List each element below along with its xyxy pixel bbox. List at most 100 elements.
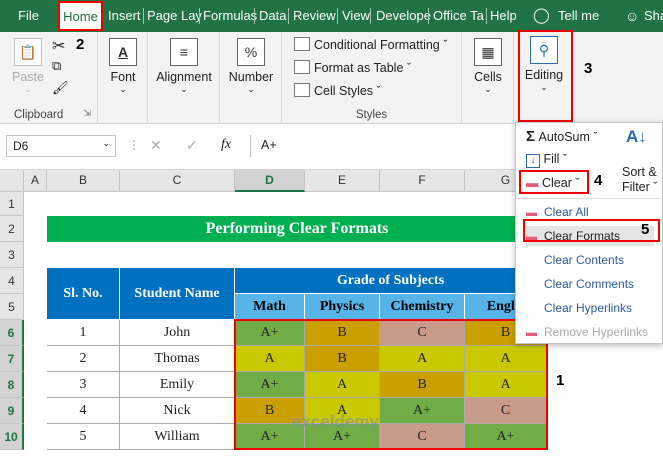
cancel-icon[interactable]: ✕ bbox=[150, 137, 162, 154]
annotation-5: 5 bbox=[641, 221, 650, 238]
sort-filter-button[interactable]: Sort & bbox=[622, 165, 657, 179]
student-name-cell[interactable]: Thomas bbox=[120, 346, 235, 372]
column-header-b[interactable]: B bbox=[47, 170, 120, 192]
font-button[interactable]: A Font ⌄ bbox=[104, 38, 142, 95]
menu-item-remove-hyperlinks[interactable]: ▬ Remove Hyperlinks bbox=[526, 322, 654, 342]
column-header-d[interactable]: D bbox=[235, 170, 305, 192]
annotation-4: 4 bbox=[594, 172, 603, 189]
student-name-cell[interactable]: Emily bbox=[120, 372, 235, 398]
sl-no-cell[interactable]: 4 bbox=[47, 398, 120, 424]
row-header-8[interactable]: 8 bbox=[0, 372, 24, 398]
row-header-4[interactable]: 4 bbox=[0, 268, 24, 294]
row-header-3[interactable]: 3 bbox=[0, 242, 24, 268]
tab-insert[interactable]: Insert bbox=[108, 0, 141, 32]
annotation-3: 3 bbox=[584, 60, 593, 77]
row-header-6[interactable]: 6 bbox=[0, 320, 24, 346]
enter-icon[interactable]: ✓ bbox=[186, 137, 198, 154]
header-sl-no[interactable]: Sl. No. bbox=[47, 268, 120, 320]
tab-help[interactable]: Help bbox=[490, 0, 517, 32]
clear-highlight bbox=[519, 170, 589, 194]
autosum-button[interactable]: Σ AutoSum ˇ bbox=[526, 128, 598, 145]
column-header-a[interactable]: A bbox=[24, 170, 47, 192]
tab-page-layout[interactable]: Page Lay bbox=[147, 0, 202, 32]
tab-formulas[interactable]: Formulas bbox=[203, 0, 257, 32]
styles-label: Styles bbox=[355, 109, 388, 121]
formula-input[interactable]: A+ bbox=[250, 135, 512, 157]
row-header-1[interactable]: 1 bbox=[0, 192, 24, 216]
tab-office-tab[interactable]: Office Ta bbox=[433, 0, 484, 32]
cells-icon: ▦ bbox=[474, 38, 502, 66]
tab-developer[interactable]: Develope bbox=[376, 0, 431, 32]
row-header-5[interactable]: 5 bbox=[0, 294, 24, 320]
alignment-group: ≡ Alignment ⌄ bbox=[148, 32, 220, 124]
menu-item-clear-hyperlinks[interactable]: Clear Hyperlinks bbox=[526, 298, 654, 318]
insert-function-icon[interactable]: fx bbox=[221, 137, 231, 153]
chevron-down-icon: ⌄ bbox=[102, 138, 110, 148]
select-all-corner[interactable] bbox=[0, 170, 24, 192]
row-header-7[interactable]: 7 bbox=[0, 346, 24, 372]
sl-no-cell[interactable]: 5 bbox=[47, 424, 120, 450]
share-button[interactable]: Sha bbox=[644, 0, 663, 32]
alignment-label: Alignment bbox=[156, 70, 212, 84]
header-grade-of-subjects[interactable]: Grade of Subjects bbox=[235, 268, 547, 294]
chevron-down-icon: ⌄ bbox=[119, 84, 127, 94]
clear-formats-highlight bbox=[523, 219, 660, 242]
clear-item-icon: ▬ bbox=[526, 327, 537, 339]
subject-header[interactable]: Math bbox=[235, 294, 305, 320]
lightbulb-icon[interactable]: ◯ bbox=[533, 0, 550, 32]
student-name-cell[interactable]: Nick bbox=[120, 398, 235, 424]
alignment-button[interactable]: ≡ Alignment ⌄ bbox=[154, 38, 214, 95]
chevron-down-icon: ⌄ bbox=[247, 84, 255, 94]
subject-header[interactable]: Physics bbox=[305, 294, 380, 320]
column-header-f[interactable]: F bbox=[380, 170, 465, 192]
cell-styles-icon bbox=[294, 83, 310, 97]
tab-data[interactable]: Data bbox=[259, 0, 286, 32]
conditional-formatting-button[interactable]: Conditional Formatting ˇ bbox=[294, 37, 447, 52]
fill-button[interactable]: ↓ Fill ˇ bbox=[526, 152, 567, 168]
annotation-1: 1 bbox=[556, 372, 565, 389]
cells-button[interactable]: ▦ Cells ⌄ bbox=[468, 38, 508, 95]
student-name-cell[interactable]: John bbox=[120, 320, 235, 346]
format-as-table-button[interactable]: Format as Table ˇ bbox=[294, 60, 411, 75]
tab-home[interactable]: Home bbox=[58, 1, 103, 31]
dialog-launcher-icon[interactable]: ⇲ bbox=[83, 108, 91, 119]
user-icon[interactable]: ☺ bbox=[625, 0, 639, 32]
tab-review[interactable]: Review bbox=[293, 0, 336, 32]
percent-icon: % bbox=[237, 38, 265, 66]
font-group: A Font ⌄ bbox=[98, 32, 148, 124]
row-header-2[interactable]: 2 bbox=[0, 216, 24, 242]
number-group: % Number ⌄ bbox=[220, 32, 282, 124]
subject-header[interactable]: Chemistry bbox=[380, 294, 465, 320]
cell-styles-button[interactable]: Cell Styles ˇ bbox=[294, 83, 381, 98]
font-icon: A bbox=[109, 38, 137, 66]
student-name-cell[interactable]: William bbox=[120, 424, 235, 450]
row-header-10[interactable]: 10 bbox=[0, 424, 24, 450]
tell-me-search[interactable]: Tell me bbox=[558, 0, 599, 32]
editing-highlight bbox=[518, 30, 573, 122]
sheet-title[interactable]: Performing Clear Formats bbox=[47, 216, 547, 242]
watermark-logo: exceldemy bbox=[292, 412, 379, 431]
font-label: Font bbox=[110, 70, 136, 84]
column-header-e[interactable]: E bbox=[305, 170, 380, 192]
tab-view[interactable]: View bbox=[342, 0, 370, 32]
copy-icon[interactable]: ⧉ bbox=[52, 58, 61, 74]
tab-file[interactable]: File bbox=[18, 0, 39, 32]
cells-group: ▦ Cells ⌄ bbox=[462, 32, 514, 124]
sl-no-cell[interactable]: 3 bbox=[47, 372, 120, 398]
sl-no-cell[interactable]: 1 bbox=[47, 320, 120, 346]
number-button[interactable]: % Number ⌄ bbox=[226, 38, 276, 95]
sort-filter-button-2[interactable]: Filter ˇ bbox=[622, 180, 657, 194]
menu-item-clear-comments[interactable]: Clear Comments bbox=[526, 274, 654, 294]
menu-bar: File Home Insert Page Lay Formulas Data … bbox=[0, 0, 663, 32]
conditional-formatting-icon bbox=[294, 37, 310, 51]
column-header-c[interactable]: C bbox=[120, 170, 235, 192]
menu-item-clear-contents[interactable]: Clear Contents bbox=[526, 250, 654, 270]
sl-no-cell[interactable]: 2 bbox=[47, 346, 120, 372]
header-student-name[interactable]: Student Name bbox=[120, 268, 235, 320]
cut-icon[interactable]: ✂ bbox=[52, 36, 65, 56]
name-box[interactable]: D6 ⌄ bbox=[6, 135, 116, 157]
paste-button[interactable]: 📋 Paste ⌄ bbox=[8, 38, 48, 95]
row-header-9[interactable]: 9 bbox=[0, 398, 24, 424]
sigma-icon: Σ bbox=[526, 128, 536, 145]
format-painter-icon[interactable]: 🖌 bbox=[52, 80, 69, 96]
